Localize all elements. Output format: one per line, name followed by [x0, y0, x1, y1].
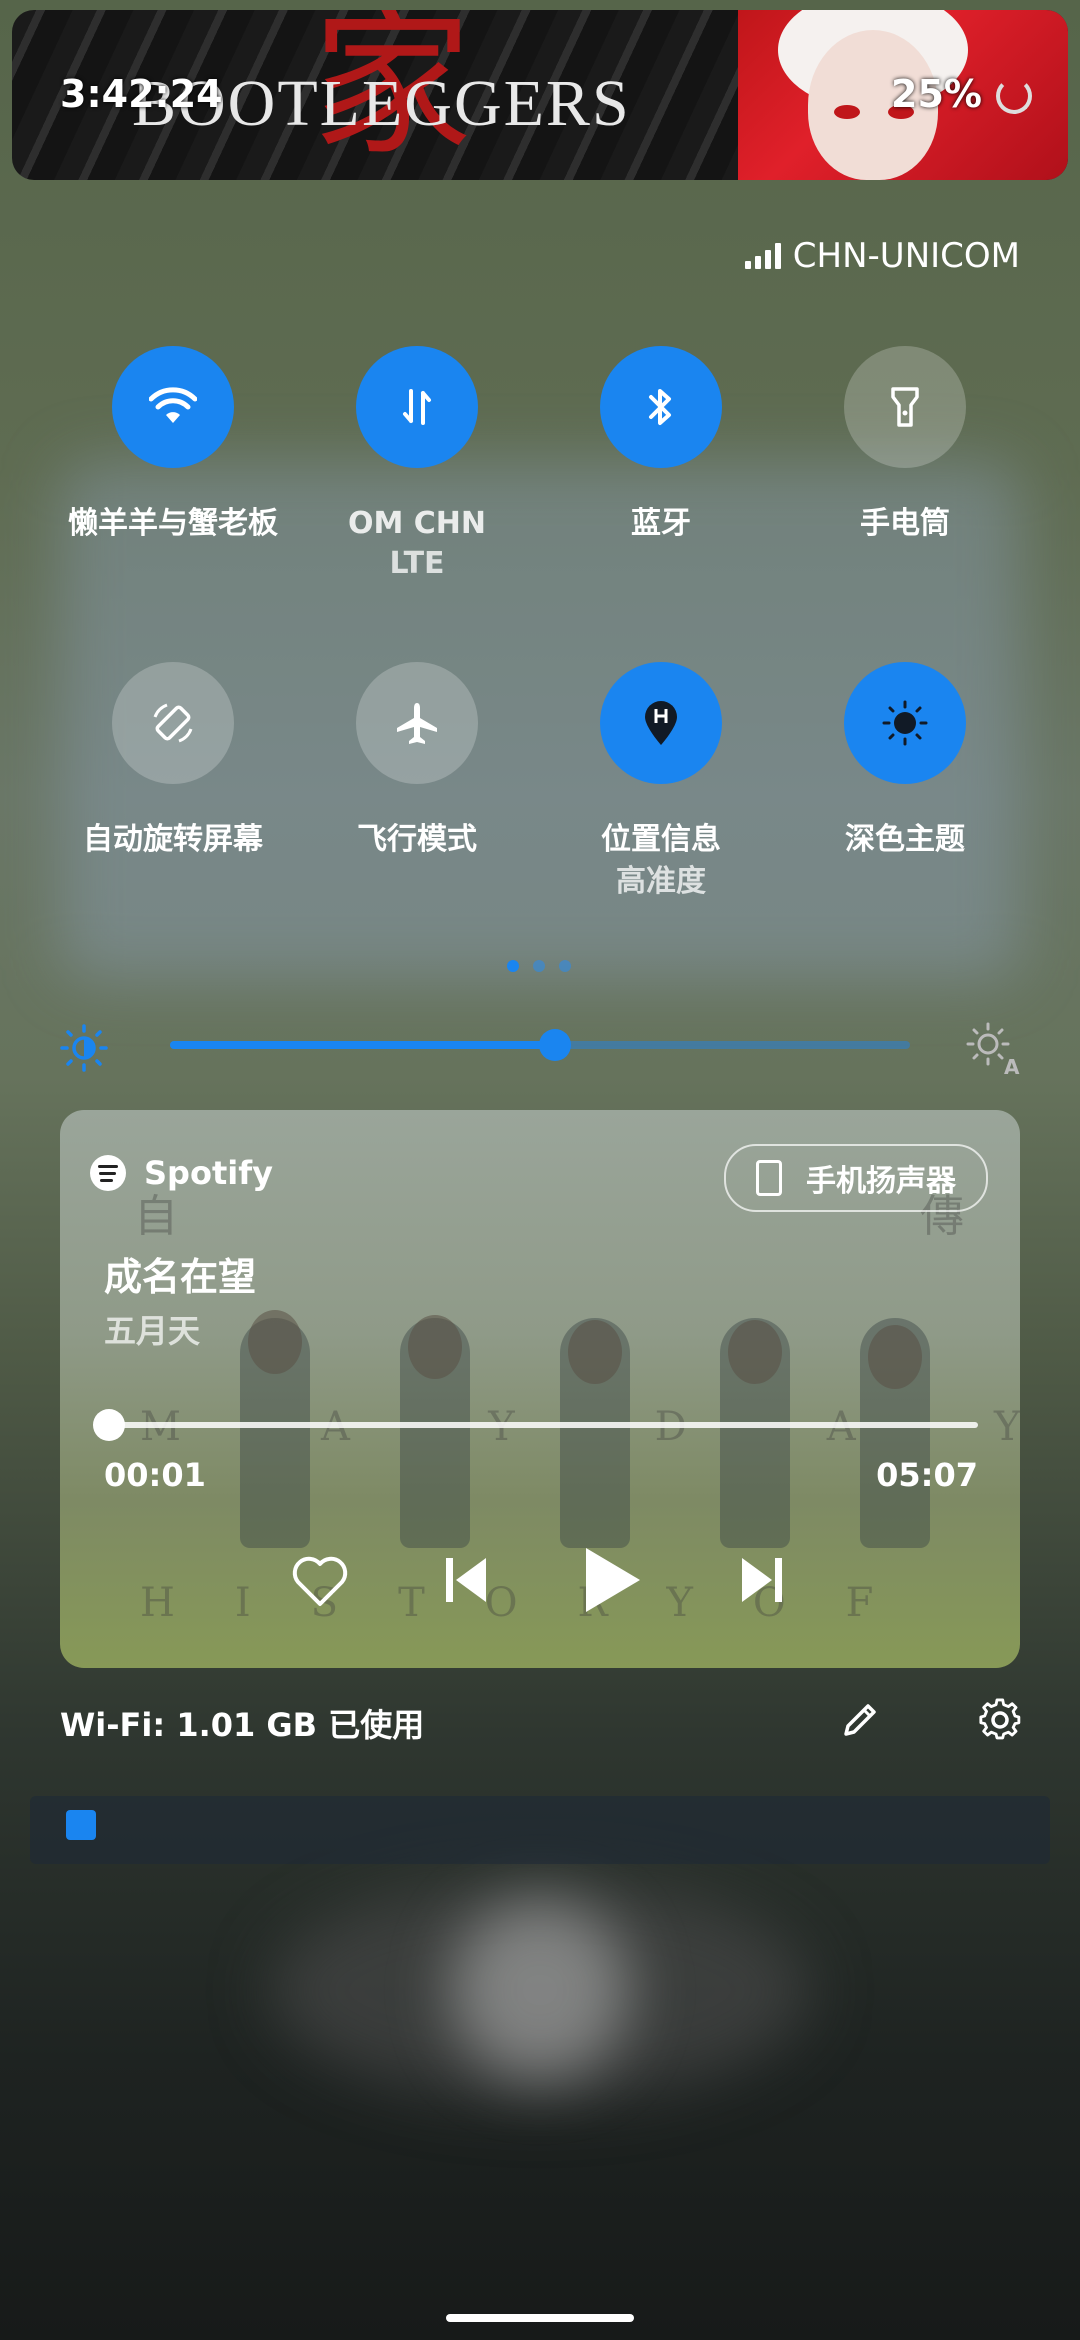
auto-rotate-icon [153, 703, 193, 743]
location-icon [645, 701, 677, 745]
next-button[interactable] [722, 1540, 802, 1620]
play-icon [586, 1548, 640, 1612]
tile-sublabel: 高准度 [616, 864, 706, 899]
panel-footer: Wi-Fi: 1.01 GB 已使用 [60, 1690, 1021, 1750]
tile-label: OM CHN [347, 506, 487, 541]
data-usage-label[interactable]: Wi-Fi: 1.01 GB 已使用 [60, 1700, 424, 1746]
media-player-card[interactable]: 自 傳 MAYDAY HISTORYOF Spotify 手机扬声器 成名在望 … [60, 1110, 1020, 1668]
notification-item[interactable] [30, 1796, 1050, 1864]
tile-wifi[interactable]: 懒羊羊与蟹老板 [51, 346, 295, 546]
previous-button[interactable] [426, 1540, 506, 1620]
playback-seekbar[interactable] [92, 1409, 978, 1441]
brightness-low-icon [60, 1024, 108, 1072]
page-dot [533, 960, 545, 972]
background-blur [450, 1900, 630, 2080]
tile-auto-rotate[interactable]: 自动旋转屏幕 [51, 662, 295, 862]
song-title: 成名在望 [104, 1255, 257, 1299]
carrier-info: CHN-UNICOM [744, 236, 1020, 276]
pencil-icon [844, 1704, 876, 1736]
auto-rotate-toggle[interactable] [112, 662, 234, 784]
tile-label: 飞行模式 [357, 822, 477, 857]
media-app-name: Spotify [144, 1154, 273, 1192]
signal-icon [744, 243, 781, 269]
carrier-name: CHN-UNICOM [792, 236, 1020, 276]
tile-label: 深色主题 [845, 822, 965, 857]
svg-text:A: A [1004, 1055, 1020, 1076]
gear-icon [979, 1698, 1021, 1740]
clock: 3:42:24 [60, 72, 223, 116]
bluetooth-icon [649, 389, 671, 425]
tile-label: 位置信息 [601, 822, 721, 857]
heart-icon [292, 1556, 348, 1606]
album-art-text: HISTORYOF [140, 1580, 934, 1626]
mobile-data-icon [403, 389, 431, 425]
dark-theme-icon [882, 700, 928, 746]
mobile-data-toggle[interactable] [356, 346, 478, 468]
tile-sublabel: LTE [389, 546, 445, 581]
tile-location[interactable]: 位置信息 高准度 [539, 662, 783, 904]
wifi-toggle[interactable] [112, 346, 234, 468]
play-button[interactable] [572, 1540, 652, 1620]
page-dot [507, 960, 519, 972]
edit-tiles-button[interactable] [830, 1690, 890, 1750]
battery-icon [996, 78, 1032, 114]
home-indicator[interactable] [446, 2314, 634, 2322]
like-button[interactable] [280, 1540, 360, 1620]
seekbar-thumb[interactable] [92, 1409, 125, 1441]
skip-next-icon [742, 1558, 782, 1602]
brightness-slider[interactable] [170, 1029, 910, 1061]
song-artist: 五月天 [104, 1312, 201, 1350]
media-app: Spotify [90, 1154, 273, 1192]
location-toggle[interactable] [600, 662, 722, 784]
tile-label: 蓝牙 [631, 506, 691, 541]
airplane-icon [397, 703, 437, 744]
battery-percent: 25% [891, 72, 982, 116]
output-device-label: 手机扬声器 [806, 1164, 956, 1199]
tile-label: 懒羊羊与蟹老板 [68, 506, 278, 541]
tile-dark-theme[interactable]: 深色主题 [783, 662, 1027, 862]
auto-brightness-icon[interactable]: A [964, 1020, 1020, 1076]
brightness-thumb[interactable] [538, 1029, 571, 1061]
image-icon [66, 1810, 96, 1840]
output-device-button[interactable]: 手机扬声器 [724, 1144, 988, 1212]
tile-bluetooth[interactable]: 蓝牙 [539, 346, 783, 546]
tile-label: 手电筒 [860, 506, 950, 541]
page-indicator [507, 960, 571, 972]
tile-airplane[interactable]: 飞行模式 [295, 662, 539, 862]
tile-label: 自动旋转屏幕 [83, 822, 263, 857]
tile-mobile-data[interactable]: OM CHN LTE [295, 346, 539, 586]
flashlight-icon [891, 387, 919, 427]
tile-flashlight[interactable]: 手电筒 [783, 346, 1027, 546]
brightness-fill [170, 1041, 555, 1049]
dark-theme-toggle[interactable] [844, 662, 966, 784]
skip-previous-icon [446, 1558, 486, 1602]
flashlight-toggle[interactable] [844, 346, 966, 468]
bluetooth-toggle[interactable] [600, 346, 722, 468]
elapsed-time: 00:01 [104, 1456, 206, 1494]
wifi-icon [149, 387, 197, 423]
airplane-toggle[interactable] [356, 662, 478, 784]
settings-button[interactable] [970, 1690, 1030, 1750]
page-dot [559, 960, 571, 972]
phone-icon [756, 1160, 782, 1196]
brightness-control: A [60, 1010, 1020, 1080]
spotify-icon [90, 1155, 126, 1191]
total-duration: 05:07 [876, 1456, 978, 1494]
